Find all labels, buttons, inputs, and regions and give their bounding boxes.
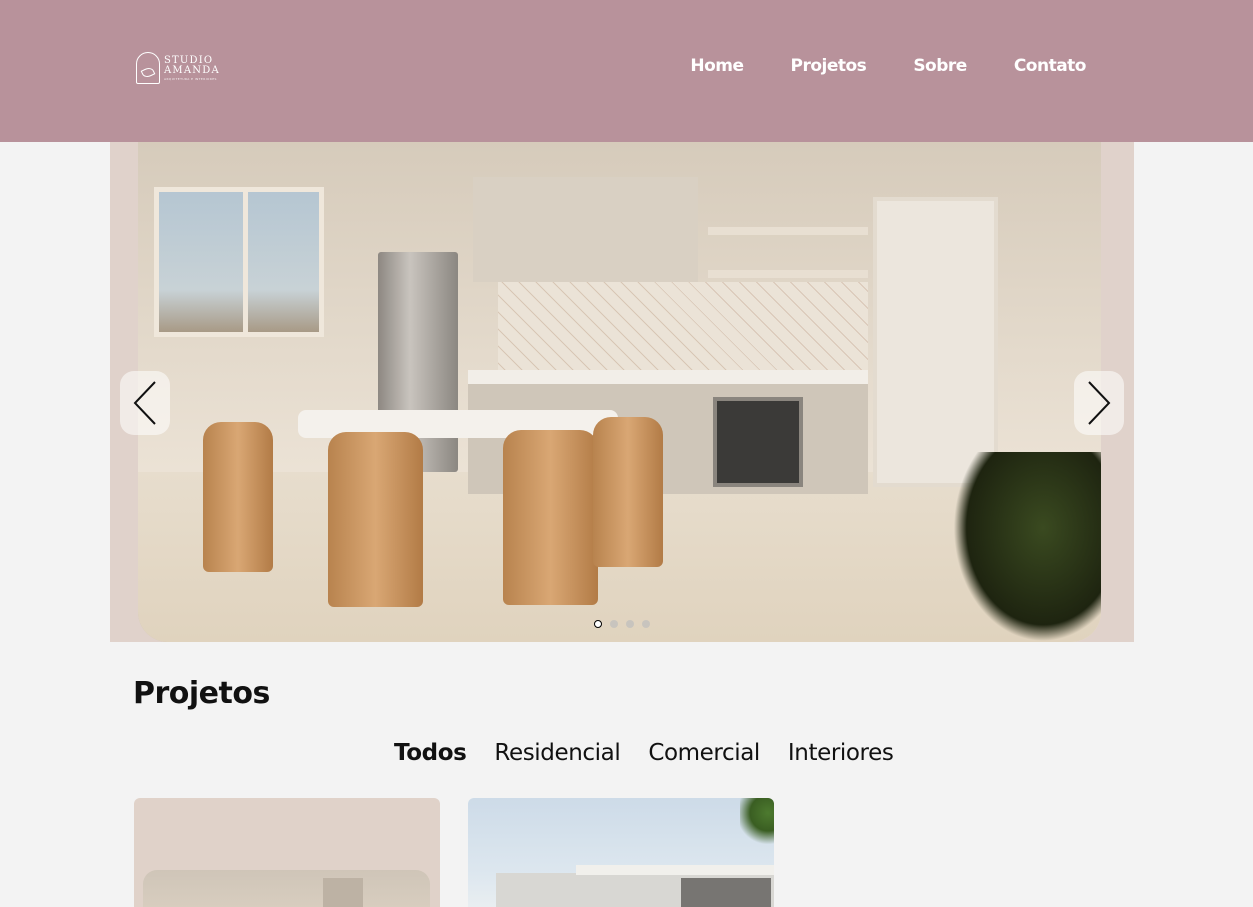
nav-sobre[interactable]: Sobre xyxy=(913,56,967,76)
carousel-prev-button[interactable] xyxy=(120,371,170,435)
project-filters: Todos Residencial Comercial Interiores xyxy=(394,740,894,766)
chevron-right-icon xyxy=(1088,381,1111,425)
filter-interiores[interactable]: Interiores xyxy=(788,740,894,766)
project-card[interactable] xyxy=(134,798,440,907)
oven xyxy=(713,397,803,487)
carousel-dot[interactable] xyxy=(610,620,618,628)
logo-line-1: STUDIO xyxy=(164,54,214,66)
filter-residencial[interactable]: Residencial xyxy=(494,740,620,766)
main-nav: Home Projetos Sobre Contato xyxy=(690,56,1086,76)
nav-projetos[interactable]: Projetos xyxy=(791,56,867,76)
chair xyxy=(328,432,423,607)
project-card[interactable] xyxy=(468,798,774,907)
studio-logo[interactable]: STUDIO AMANDA ARQUITETURA E INTERIORES xyxy=(136,50,236,86)
project-thumbnail xyxy=(496,865,774,907)
project-thumbnail xyxy=(143,870,430,907)
projects-title: Projetos xyxy=(133,676,270,711)
door xyxy=(873,197,998,487)
nav-contato[interactable]: Contato xyxy=(1014,56,1087,76)
logo-tagline: ARQUITETURA E INTERIORES xyxy=(164,76,217,81)
plant xyxy=(953,452,1101,642)
carousel-dots xyxy=(594,620,650,628)
kitchen-render-image xyxy=(138,142,1101,642)
window xyxy=(154,187,324,337)
carousel-dot[interactable] xyxy=(594,620,602,628)
logo-line-2: AMANDA xyxy=(164,64,220,76)
chair xyxy=(593,417,663,567)
chevron-left-icon xyxy=(133,381,156,425)
filter-comercial[interactable]: Comercial xyxy=(648,740,760,766)
filter-todos[interactable]: Todos xyxy=(394,740,467,766)
chair xyxy=(503,430,598,605)
site-header: STUDIO AMANDA ARQUITETURA E INTERIORES H… xyxy=(0,0,1253,142)
hero-carousel xyxy=(110,142,1134,642)
chair xyxy=(203,422,273,572)
logo-leaf-icon xyxy=(136,52,160,84)
nav-home[interactable]: Home xyxy=(690,56,744,76)
carousel-next-button[interactable] xyxy=(1074,371,1124,435)
carousel-dot[interactable] xyxy=(626,620,634,628)
logo-text: STUDIO AMANDA ARQUITETURA E INTERIORES xyxy=(164,54,220,81)
carousel-dot[interactable] xyxy=(642,620,650,628)
